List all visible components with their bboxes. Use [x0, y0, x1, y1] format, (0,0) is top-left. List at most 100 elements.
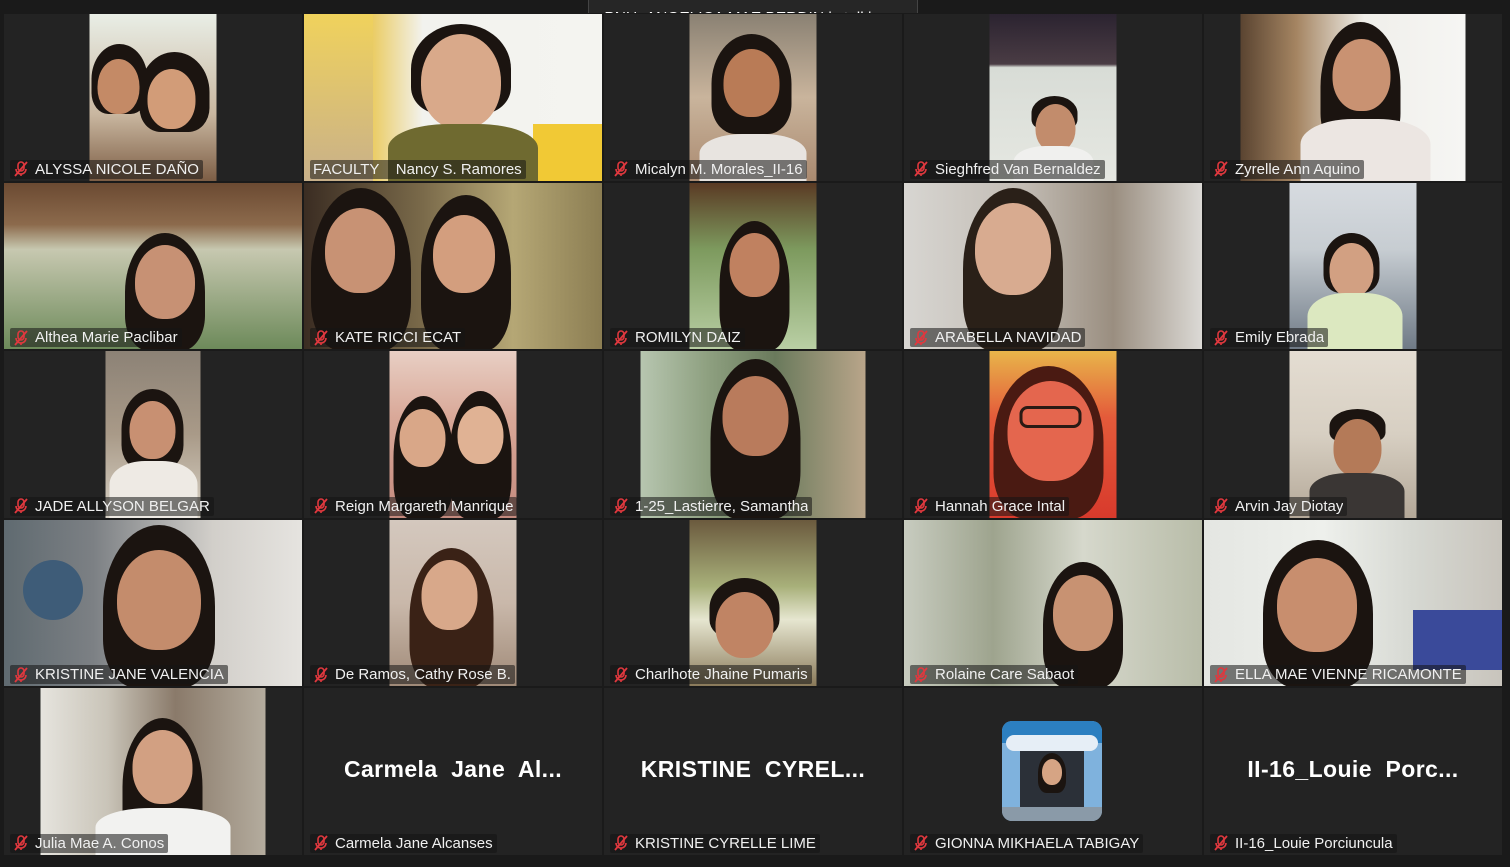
participant-video — [904, 182, 1202, 350]
participant-tile[interactable]: Emily Ebrada — [1203, 181, 1503, 351]
participant-name: KRISTINE CYRELLE LIME — [635, 834, 816, 852]
participant-video — [389, 351, 517, 518]
participant-video — [989, 351, 1117, 518]
mic-muted-icon — [1214, 498, 1228, 514]
participant-tile[interactable]: Hannah Grace Intal — [903, 350, 1203, 519]
participant-tile[interactable]: De Ramos, Cathy Rose B. — [303, 518, 603, 688]
mic-muted-icon — [914, 667, 928, 683]
mic-muted-icon — [614, 835, 628, 852]
participant-name: Emily Ebrada — [1235, 329, 1325, 347]
participant-name-bar: Reign Margareth Manrique — [310, 496, 518, 516]
participant-name: De Ramos, Cathy Rose B. — [335, 666, 511, 684]
mic-muted-icon — [1214, 329, 1228, 346]
participant-name-bar: Sieghfred Van Bernaldez — [910, 159, 1105, 179]
participant-tile[interactable]: Sieghfred Van Bernaldez — [903, 13, 1203, 182]
participant-tile[interactable]: ELLA MAE VIENNE RICAMONTE — [1203, 518, 1503, 688]
participant-display-name: Carmela Jane Al... — [343, 756, 563, 783]
participant-tile[interactable]: GIONNA MIKHAELA TABIGAY — [903, 687, 1203, 856]
participant-video — [1289, 182, 1417, 350]
participant-avatar — [1002, 721, 1102, 822]
participant-video — [304, 182, 602, 350]
mic-muted-icon — [1214, 161, 1228, 177]
participant-name: II-16_Louie Porciuncula — [1235, 834, 1393, 852]
participant-tile[interactable]: ROMILYN DAIZ — [603, 181, 903, 351]
participant-name-bar: JADE ALLYSON BELGAR — [10, 496, 214, 516]
participant-name: Zyrelle Ann Aquino — [1235, 160, 1361, 178]
mic-muted-icon — [914, 498, 928, 514]
participant-tile[interactable]: KATE RICCI ECAT — [303, 181, 603, 351]
participant-name-bar: GIONNA MIKHAELA TABIGAY — [910, 833, 1144, 853]
mic-muted-icon — [1214, 667, 1228, 683]
participant-name: Hannah Grace Intal — [935, 497, 1066, 515]
participant-tile[interactable]: Charlhote Jhaine Pumaris — [603, 518, 903, 688]
participant-name: Carmela Jane Alcanses — [335, 834, 493, 852]
participant-video — [40, 688, 266, 855]
participant-name-bar: KRISTINE JANE VALENCIA — [10, 665, 228, 685]
participant-name: Julia Mae A. Conos — [35, 834, 165, 852]
participant-name: Reign Margareth Manrique — [335, 497, 514, 515]
mic-muted-icon — [614, 329, 628, 346]
participant-name: ROMILYN DAIZ — [635, 329, 741, 347]
participant-name-bar: KATE RICCI ECAT — [310, 328, 466, 348]
participant-tile[interactable]: Carmela Jane Al... Carmela Jane Alcanses — [303, 687, 603, 856]
participant-video — [1289, 351, 1417, 518]
participant-tile[interactable]: ALYSSA NICOLE DAÑO — [3, 13, 303, 182]
participant-name: Charlhote Jhaine Pumaris — [635, 666, 808, 684]
participant-tile[interactable]: 1-25_Lastierre, Samantha — [603, 350, 903, 519]
participant-tile[interactable]: II-16_Louie Porc... II-16_Louie Porciunc… — [1203, 687, 1503, 856]
participant-video — [89, 14, 217, 181]
participant-name: 1-25_Lastierre, Samantha — [635, 497, 809, 515]
participant-video — [689, 182, 817, 350]
participant-name-bar: ARABELLA NAVIDAD — [910, 328, 1086, 348]
participant-name-bar: Rolaine Care Sabaot — [910, 665, 1079, 685]
participant-tile[interactable]: FACULTY Nancy S. Ramores — [303, 13, 603, 182]
participant-video — [640, 351, 866, 518]
mic-muted-icon — [14, 498, 28, 514]
mic-muted-icon — [14, 161, 28, 177]
participant-name: ARABELLA NAVIDAD — [935, 329, 1082, 347]
participant-video — [105, 351, 201, 518]
mic-muted-icon — [614, 161, 628, 177]
mic-muted-icon — [914, 835, 928, 852]
participant-display-name: KRISTINE CYREL... — [640, 756, 866, 783]
participant-tile[interactable]: Reign Margareth Manrique — [303, 350, 603, 519]
participant-video — [1240, 14, 1466, 181]
participant-name: Althea Marie Paclibar — [35, 329, 178, 347]
participant-name-bar: Micalyn M. Morales_II-16 — [610, 159, 807, 179]
mic-muted-icon — [614, 498, 628, 514]
participant-name-bar: 1-25_Lastierre, Samantha — [610, 496, 813, 516]
participant-video — [389, 519, 517, 687]
participant-name-bar: FACULTY Nancy S. Ramores — [310, 159, 526, 179]
participant-name-bar: Carmela Jane Alcanses — [310, 833, 497, 853]
mic-muted-icon — [14, 667, 28, 683]
participant-tile[interactable]: Julia Mae A. Conos — [3, 687, 303, 856]
participant-tile[interactable]: Zyrelle Ann Aquino — [1203, 13, 1503, 182]
participant-video — [1204, 519, 1502, 687]
participant-name: Arvin Jay Diotay — [1235, 497, 1344, 515]
participant-name-bar: ROMILYN DAIZ — [610, 328, 745, 348]
participant-video — [904, 519, 1202, 687]
participant-name: Micalyn M. Morales_II-16 — [635, 160, 803, 178]
participant-tile[interactable]: KRISTINE JANE VALENCIA — [3, 518, 303, 688]
participant-tile[interactable]: Micalyn M. Morales_II-16 — [603, 13, 903, 182]
participant-name: KRISTINE JANE VALENCIA — [35, 666, 224, 684]
participant-video — [689, 14, 817, 181]
mic-muted-icon — [314, 835, 328, 852]
participant-tile[interactable]: Althea Marie Paclibar — [3, 181, 303, 351]
participant-name-bar: Charlhote Jhaine Pumaris — [610, 665, 812, 685]
participant-name: ALYSSA NICOLE DAÑO — [35, 160, 199, 178]
participant-name-bar: Hannah Grace Intal — [910, 496, 1070, 516]
mic-muted-icon — [914, 161, 928, 177]
participant-tile[interactable]: JADE ALLYSON BELGAR — [3, 350, 303, 519]
participant-video — [689, 519, 817, 687]
participant-name-bar: Emily Ebrada — [1210, 328, 1329, 348]
participant-name-bar: KRISTINE CYRELLE LIME — [610, 833, 820, 853]
participant-tile[interactable]: KRISTINE CYREL... KRISTINE CYRELLE LIME — [603, 687, 903, 856]
participant-tile[interactable]: Rolaine Care Sabaot — [903, 518, 1203, 688]
participant-video — [4, 519, 302, 687]
participant-name: FACULTY Nancy S. Ramores — [313, 160, 522, 178]
participant-tile[interactable]: Arvin Jay Diotay — [1203, 350, 1503, 519]
participant-tile[interactable]: ARABELLA NAVIDAD — [903, 181, 1203, 351]
mic-muted-icon — [314, 329, 328, 346]
participant-video — [989, 14, 1117, 181]
